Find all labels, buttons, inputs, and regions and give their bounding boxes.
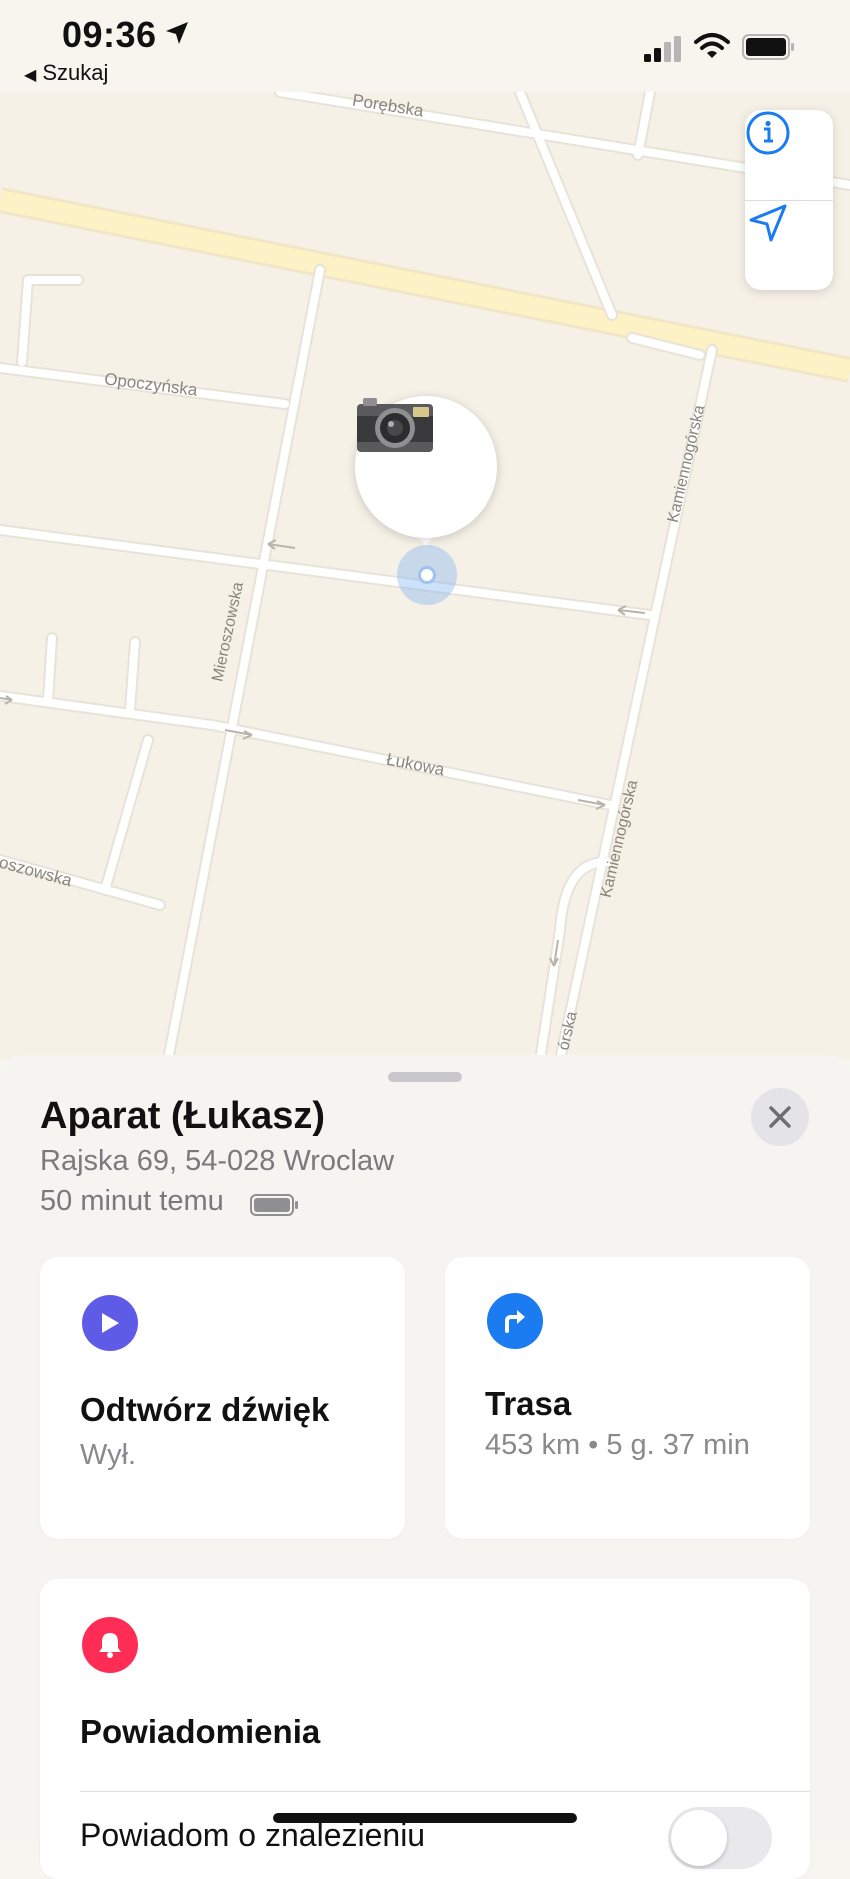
status-time: 09:36 [62,14,157,55]
notify-when-found-toggle[interactable] [668,1807,772,1869]
home-indicator[interactable] [273,1813,577,1823]
back-to-search-button[interactable]: ◀ Szukaj [24,60,108,86]
play-sound-icon-circle [82,1295,138,1351]
directions-icon-circle [487,1293,543,1349]
item-battery-icon [250,1194,298,1216]
cellular-signal-icon [644,36,681,62]
notifications-card: Powiadomienia Powiadom o znalezieniu [40,1579,810,1879]
play-sound-title: Odtwórz dźwięk [80,1391,330,1428]
location-dot [418,566,436,584]
notifications-icon-circle [82,1617,138,1673]
play-sound-subtitle: Wył. [80,1439,137,1471]
turn-right-icon [505,1310,525,1333]
info-button[interactable] [745,110,833,201]
close-icon [769,1106,791,1128]
back-label: Szukaj [42,60,109,85]
item-last-seen: 50 minut temu [40,1185,224,1217]
bell-icon [99,1633,121,1658]
map-controls [745,110,833,290]
directions-title: Trasa [485,1385,572,1422]
notifications-divider [80,1791,810,1792]
toggle-knob [671,1810,727,1866]
item-title: Aparat (Łukasz) [40,1095,326,1137]
wifi-icon [694,33,730,58]
item-pin[interactable] [355,396,497,538]
notifications-title: Powiadomienia [80,1713,321,1750]
close-button[interactable] [751,1088,809,1146]
camera-icon [357,398,433,452]
directions-subtitle: 453 km • 5 g. 37 min [485,1429,750,1461]
item-address: Rajska 69, 54-028 Wroclaw [40,1145,395,1177]
location-arrow-icon [749,204,787,242]
info-icon [746,111,790,155]
back-triangle-icon: ◀ [24,67,37,84]
play-icon [102,1313,119,1333]
item-detail-sheet: Aparat (Łukasz) Rajska 69, 54-028 Wrocla… [0,1055,850,1879]
play-sound-card[interactable]: Odtwórz dźwięk Wył. [40,1257,405,1539]
status-bar: 09:36 ◀ Szukaj [0,0,850,92]
locate-me-button[interactable] [745,200,833,290]
map-view[interactable]: Porębska Opoczyńska Kamiennogórska Miero… [0,0,850,1060]
battery-icon [742,34,794,60]
directions-card[interactable]: Trasa 453 km • 5 g. 37 min [445,1257,810,1539]
location-services-icon [166,22,188,44]
sheet-grabber[interactable] [388,1072,462,1082]
